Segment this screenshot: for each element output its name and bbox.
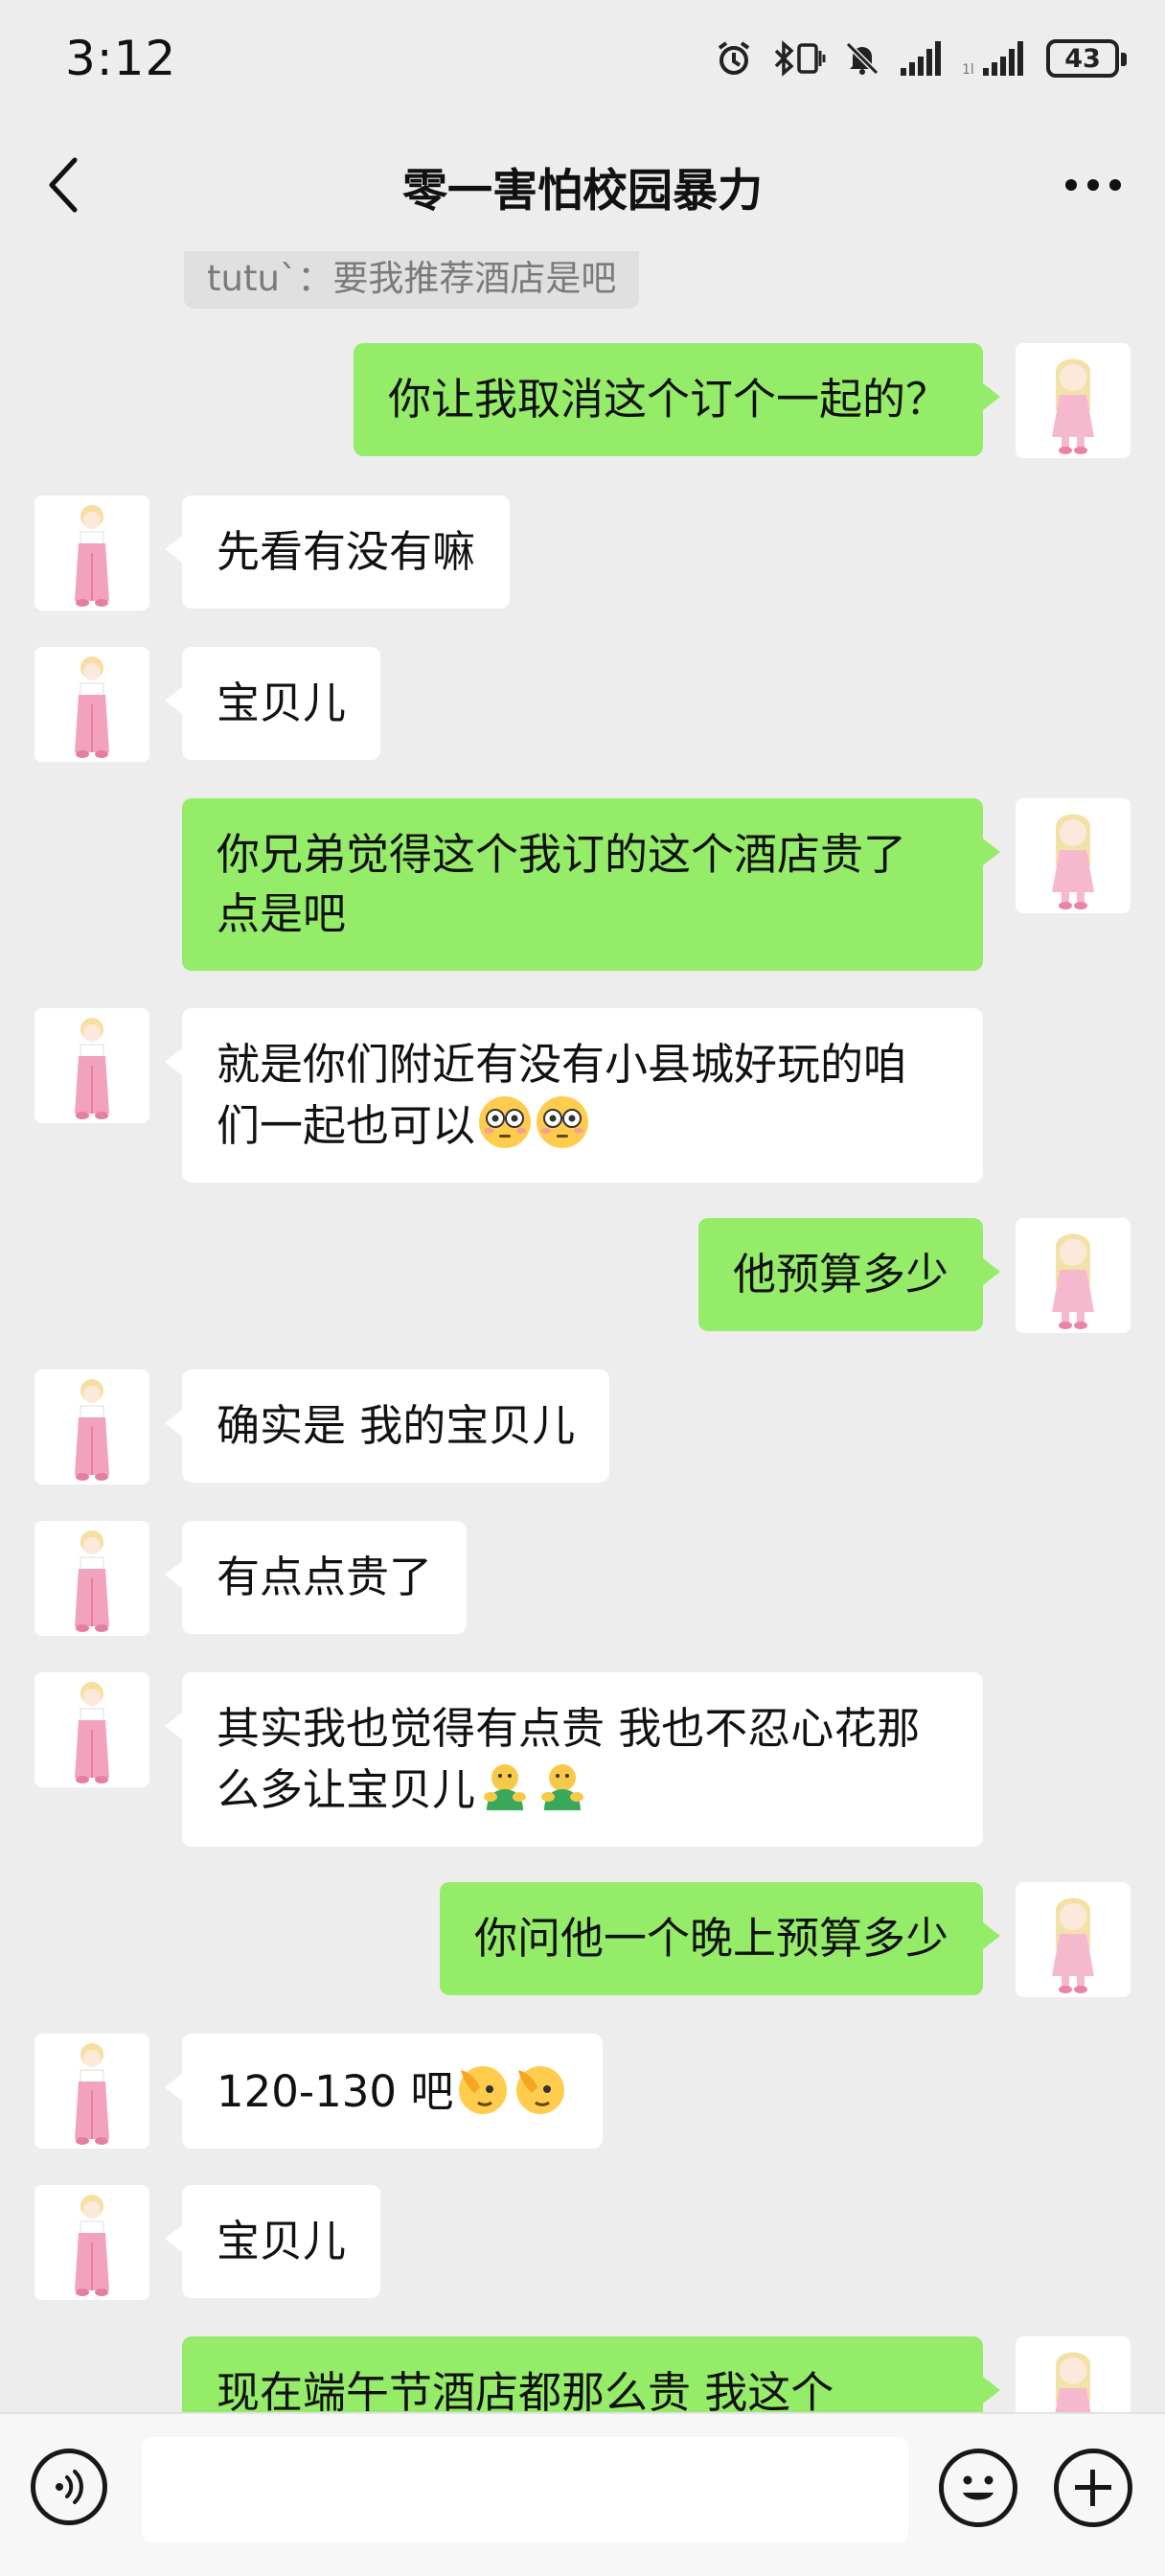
status-time: 3:12 [65,31,177,86]
chat-header: 零一害怕校园暴力 [0,117,1165,251]
avatar-contact[interactable] [34,1672,149,1787]
voice-button[interactable] [31,2449,107,2525]
chat-message-list[interactable]: tutu`：要我推荐酒店是吧 你让我取消这个订个一起的？ 先看有没有嘛 宝贝儿 … [0,251,1165,2412]
message-input[interactable] [142,2437,908,2542]
bunny-hug-emoji [541,1764,584,1810]
message-bubble[interactable]: 你兄弟觉得这个我订的这个酒店贵了点是吧 [182,798,1000,971]
message-text: 120-130 吧 [217,2066,454,2117]
battery-icon: 43 [1046,39,1127,78]
status-bar: 3:12 1l 43 [0,0,1165,117]
facepalm-emoji [516,2066,565,2114]
more-dots-icon [1065,179,1121,191]
mute-icon [845,41,879,76]
avatar-contact[interactable] [34,2185,149,2300]
message-text: 有点点贵了 [217,1552,433,1602]
chevron-left-icon [49,157,78,213]
flushed-face-emoji [537,1096,589,1148]
message-bubble[interactable]: 其实我也觉得有点贵 我也不忍心花那么多让宝贝儿 [165,1672,983,1847]
chat-title: 零一害怕校园暴力 [402,165,763,218]
avatar-self[interactable] [1016,1882,1131,1997]
signal-icon [901,41,941,76]
more-button[interactable] [1060,161,1127,209]
avatar-self[interactable] [1016,343,1131,458]
status-icons: 1l 43 [715,34,1127,82]
svg-text:1l: 1l [962,62,974,78]
message-text: 现在端午节酒店都那么贵 我这个 [217,2367,834,2412]
battery-level: 43 [1064,43,1101,74]
bluetooth-vibrate-icon [774,40,826,77]
message-bubble[interactable]: 就是你们附近有没有小县城好玩的咱们一起也可以 [165,1008,983,1183]
message-bubble[interactable]: 现在端午节酒店都那么贵 我这个 [182,2336,1000,2412]
message-text: 确实是 我的宝贝儿 [217,1400,576,1451]
message-text: 你问他一个晚上预算多少 [473,1913,948,1964]
avatar-contact[interactable] [34,495,149,610]
signal2-icon: 1l [962,41,1023,78]
avatar-contact[interactable] [34,2034,149,2149]
back-button[interactable] [34,151,92,218]
avatar-contact[interactable] [34,1369,149,1484]
avatar-self[interactable] [1016,2336,1131,2412]
alarm-icon [718,41,750,75]
smiley-icon [963,2475,994,2500]
message-bubble[interactable]: 确实是 我的宝贝儿 [164,1369,610,1483]
plus-button[interactable] [1054,2449,1132,2527]
avatar-contact[interactable] [34,1521,149,1636]
quoted-message[interactable]: tutu`：要我推荐酒店是吧 [184,251,640,309]
bunny-hug-emoji [484,1764,527,1810]
message-text: 你让我取消这个订个一起的？ [387,374,948,425]
message-bubble[interactable]: 你问他一个晚上预算多少 [439,1882,1001,1995]
avatar-self[interactable] [1016,798,1131,913]
message-text: 宝贝儿 [217,678,347,728]
message-bubble[interactable]: 宝贝儿 [164,647,381,760]
emoji-button[interactable] [939,2449,1017,2527]
avatar-self[interactable] [1016,1218,1131,1333]
message-text: 他预算多少 [732,1249,948,1300]
facepalm-emoji [459,2066,508,2114]
avatar-contact[interactable] [34,647,149,762]
message-bubble[interactable]: 120-130 吧 [164,2034,604,2149]
message-bubble[interactable]: 先看有没有嘛 [164,495,511,609]
avatar-contact[interactable] [34,1008,149,1123]
message-bubble[interactable]: 你让我取消这个订个一起的？ [353,343,1001,456]
voice-icon [56,2470,83,2504]
input-bar [0,2412,1165,2576]
message-text: 宝贝儿 [217,2216,347,2266]
message-text: 先看有没有嘛 [217,526,476,577]
flushed-face-emoji [479,1096,532,1148]
message-bubble[interactable]: 宝贝儿 [164,2185,381,2298]
message-bubble[interactable]: 他预算多少 [697,1218,1001,1331]
message-bubble[interactable]: 有点点贵了 [164,1521,468,1634]
message-text: 你兄弟觉得这个我订的这个酒店贵了点是吧 [217,829,907,939]
